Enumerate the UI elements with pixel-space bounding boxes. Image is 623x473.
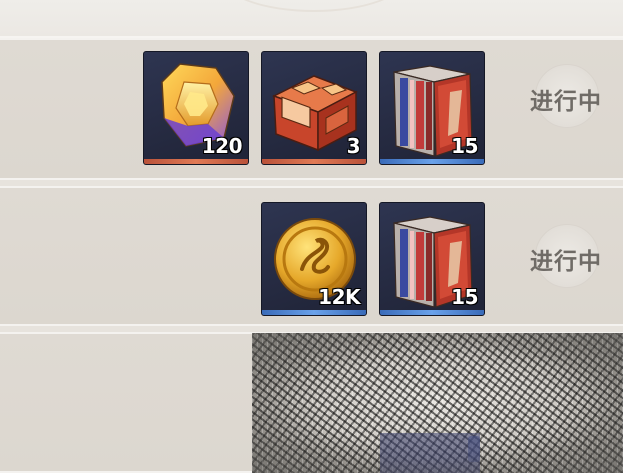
obscured-region [252, 333, 623, 473]
top-panel [0, 0, 623, 38]
top-button-arc [222, 0, 406, 12]
status-in-progress: 进行中 [518, 64, 614, 128]
reward-item-gold-coin[interactable]: 12K [261, 202, 367, 316]
reward-item-books[interactable]: 15 [379, 202, 485, 316]
status-label: 进行中 [530, 89, 602, 115]
reward-item-gem[interactable]: 120 [143, 51, 249, 165]
obscured-fade [252, 333, 623, 473]
rarity-strip [144, 159, 248, 164]
reward-row-1: 120 3 15 进行中 [0, 38, 623, 180]
item-count: 12K [318, 285, 360, 309]
item-count: 15 [451, 134, 478, 158]
item-count: 120 [201, 134, 243, 158]
item-count: 15 [451, 285, 478, 309]
rarity-strip [380, 159, 484, 164]
rarity-strip [262, 159, 366, 164]
rarity-strip [262, 310, 366, 315]
reward-row-2: 12K 15 进行中 [0, 186, 623, 326]
status-in-progress: 进行中 [518, 224, 614, 288]
item-count: 3 [346, 134, 361, 158]
reward-item-books[interactable]: 15 [379, 51, 485, 165]
rarity-strip [380, 310, 484, 315]
reward-item-chest[interactable]: 3 [261, 51, 367, 165]
status-label: 进行中 [530, 249, 602, 275]
